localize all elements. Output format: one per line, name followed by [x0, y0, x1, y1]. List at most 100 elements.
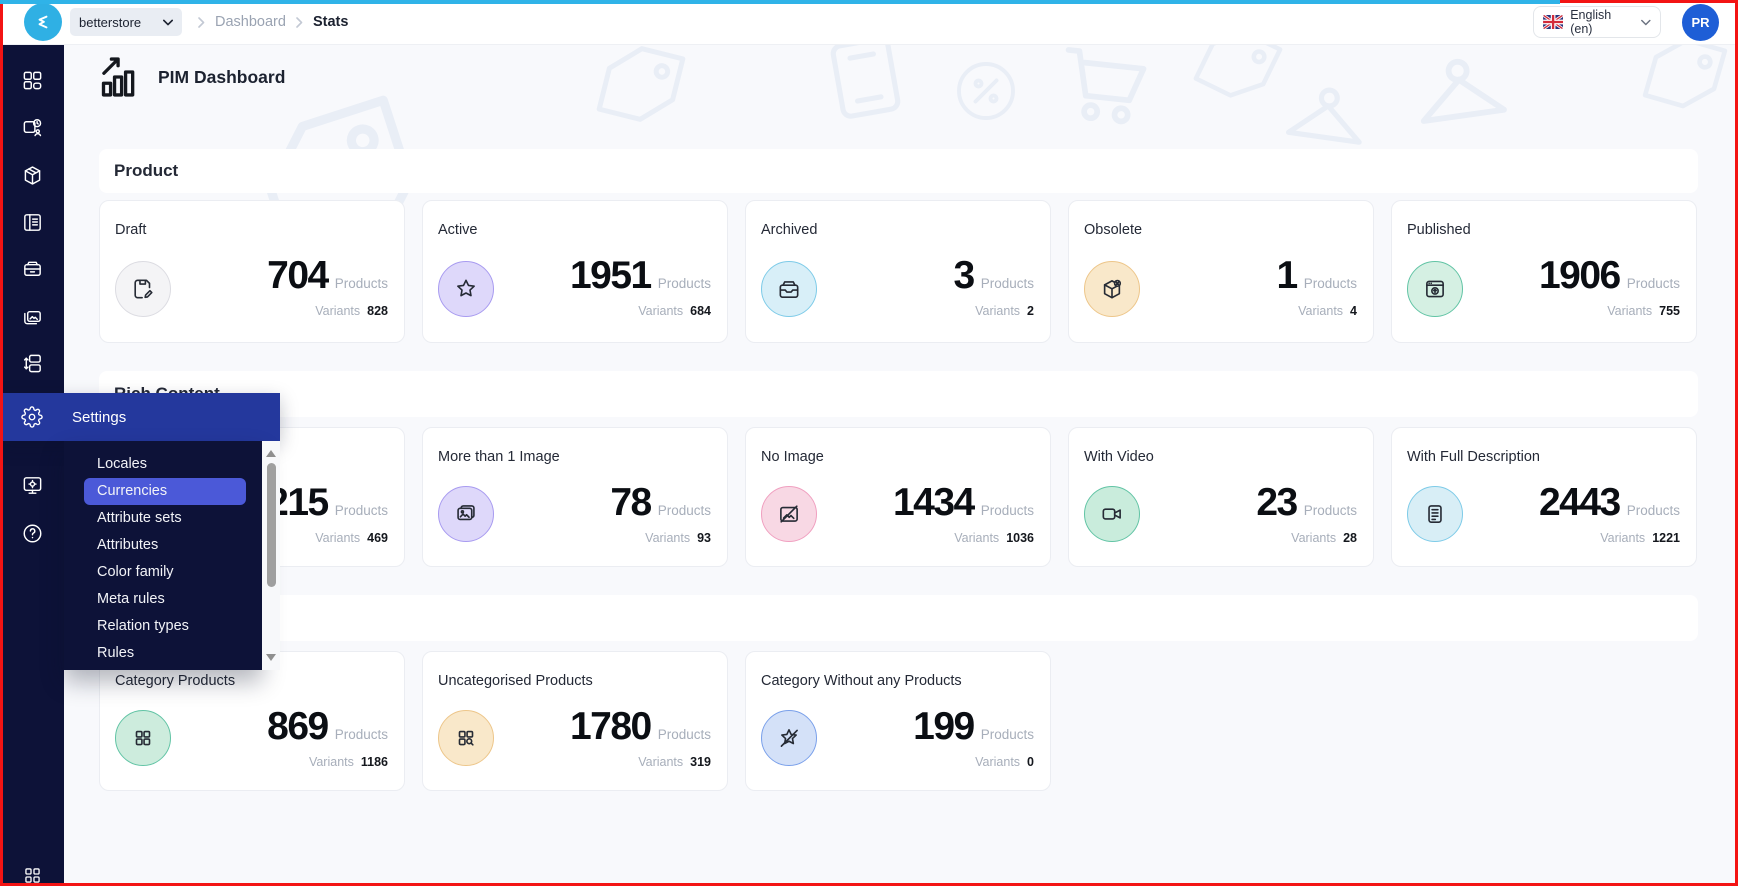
variants-label: Variants: [315, 531, 361, 545]
stat-card-draft: Draft 704 Products Variants 828: [99, 200, 405, 343]
sidebar-item-attributes[interactable]: [0, 247, 64, 291]
card-title: No Image: [761, 449, 824, 465]
breadcrumb-item-stats: Stats: [312, 14, 349, 30]
star-slash-icon-badge: [761, 710, 817, 766]
sidebar-item-products[interactable]: [0, 153, 64, 197]
sidebar: [0, 44, 64, 886]
obsolete-box-icon: [1103, 279, 1122, 299]
products-label: Products: [1626, 276, 1680, 291]
submenu-item-color-family[interactable]: Color family: [64, 559, 262, 586]
products-label: Products: [657, 727, 711, 742]
card-title: Draft: [115, 222, 147, 238]
variants-count: 469: [367, 531, 388, 545]
draft-icon-badge: [115, 261, 171, 317]
submenu-scrollbar[interactable]: [262, 441, 280, 670]
stat-card-category-products: Category Products 869 Products Variants 11…: [99, 651, 405, 791]
media-icon: [23, 310, 41, 324]
stat-card-category-without-products: Category Without any Products 199 Product…: [745, 651, 1051, 791]
language-label: English (en): [1570, 8, 1612, 36]
archive-box-icon: [779, 281, 799, 298]
scrollbar-thumb[interactable]: [267, 463, 276, 587]
variants-label: Variants: [315, 304, 361, 318]
scroll-down-icon[interactable]: [266, 654, 276, 661]
submenu-item-attribute-sets[interactable]: Attribute sets: [64, 505, 262, 532]
submenu-item-currencies[interactable]: Currencies: [84, 478, 246, 505]
submenu-item-locales[interactable]: Locales: [64, 451, 262, 478]
stat-card-obsolete: Obsolete 1 Products Variants 4: [1068, 200, 1374, 343]
store-selector-value: betterstore: [79, 14, 142, 30]
video-icon-badge: [1084, 486, 1140, 542]
variants-count: 2: [1027, 304, 1034, 318]
variants-count: 1036: [1006, 531, 1034, 545]
variants-count: 1186: [360, 755, 388, 769]
sidebar-item-help[interactable]: [0, 511, 64, 555]
sidebar-item-categories[interactable]: [0, 200, 64, 244]
stat-card-active: Active 1951 Products Variants 684: [422, 200, 728, 343]
variants-label: Variants: [645, 531, 691, 545]
variants-count: 28: [1343, 531, 1357, 545]
star-slash-icon: [780, 729, 798, 747]
sidebar-item-data-transfer[interactable]: [0, 341, 64, 385]
card-title: Published: [1407, 222, 1471, 238]
products-label: Products: [657, 276, 711, 291]
stat-card-with-video: With Video 23 Products Variants 28: [1068, 427, 1374, 567]
products-icon: [24, 165, 40, 185]
store-selector[interactable]: betterstore: [70, 8, 182, 36]
variants-count: 93: [697, 531, 711, 545]
products-count: 1906: [1538, 254, 1621, 297]
breadcrumb: Dashboard Stats: [198, 0, 348, 44]
grid-search-icon: [458, 730, 474, 746]
chevron-down-icon: [163, 19, 173, 25]
submenu-item-meta-rules[interactable]: Meta rules: [64, 586, 262, 613]
language-selector[interactable]: English (en): [1533, 6, 1661, 38]
obsolete-box-icon-badge: [1084, 261, 1140, 317]
products-label: Products: [980, 503, 1034, 518]
sidebar-item-media[interactable]: [0, 294, 64, 338]
chevron-right-icon: [198, 16, 205, 28]
sidebar-item-label: Settings: [72, 408, 127, 426]
chevron-right-icon: [296, 16, 303, 28]
app-logo[interactable]: [24, 3, 62, 41]
variants-count: 755: [1659, 304, 1680, 318]
submenu-item-attributes[interactable]: Attributes: [64, 532, 262, 559]
image-slash-icon: [780, 505, 798, 523]
sidebar-item-dashboard[interactable]: [0, 58, 64, 102]
section-header-product: Product: [99, 149, 1698, 193]
products-count: 1: [1276, 254, 1299, 297]
variants-count: 0: [1027, 755, 1034, 769]
products-count: 1951: [569, 254, 652, 297]
variants-count: 4: [1350, 304, 1357, 318]
variants-label: Variants: [1607, 304, 1653, 318]
breadcrumb-item-dashboard[interactable]: Dashboard: [215, 14, 286, 30]
products-count: 869: [267, 705, 329, 748]
user-avatar[interactable]: PR: [1682, 4, 1719, 41]
video-icon: [1102, 508, 1121, 520]
publish-window-icon: [1426, 280, 1444, 298]
products-count: 704: [267, 254, 329, 297]
settings-submenu: Locales Currencies Attribute sets Attrib…: [64, 441, 262, 670]
sidebar-item-settings[interactable]: Settings: [0, 393, 280, 441]
sidebar-item-sync[interactable]: [0, 105, 64, 149]
scroll-up-icon[interactable]: [266, 450, 276, 457]
sidebar-item-configuration[interactable]: [0, 463, 64, 507]
rich-content-cards-row: 1215 Products Variants 469 More than 1 Ima…: [99, 427, 1697, 567]
page-title: PIM Dashboard: [158, 66, 286, 87]
variants-label: Variants: [954, 531, 1000, 545]
stat-card-archived: Archived 3 Products Variants 2: [745, 200, 1051, 343]
description-icon-badge: [1407, 486, 1463, 542]
submenu-item-rules[interactable]: Rules: [64, 640, 262, 667]
card-title: With Full Description: [1407, 449, 1540, 465]
archive-box-icon-badge: [761, 261, 817, 317]
products-count: 1780: [569, 705, 652, 748]
stat-card-uncategorised-products: Uncategorised Products 1780 Products Vari…: [422, 651, 728, 791]
products-count: 1434: [892, 481, 975, 524]
sidebar-item-apps[interactable]: [0, 853, 64, 886]
configuration-icon: [23, 476, 41, 494]
card-title: Archived: [761, 222, 818, 238]
variants-count: 684: [690, 304, 711, 318]
product-cards-row: Draft 704 Products Variants 828 Active 195…: [99, 200, 1697, 343]
pim-dashboard-screen: PIM Dashboard Product Draft 704 Products …: [0, 0, 1738, 886]
description-icon: [1428, 505, 1442, 523]
submenu-item-relation-types[interactable]: Relation types: [64, 613, 262, 640]
publish-window-icon-badge: [1407, 261, 1463, 317]
